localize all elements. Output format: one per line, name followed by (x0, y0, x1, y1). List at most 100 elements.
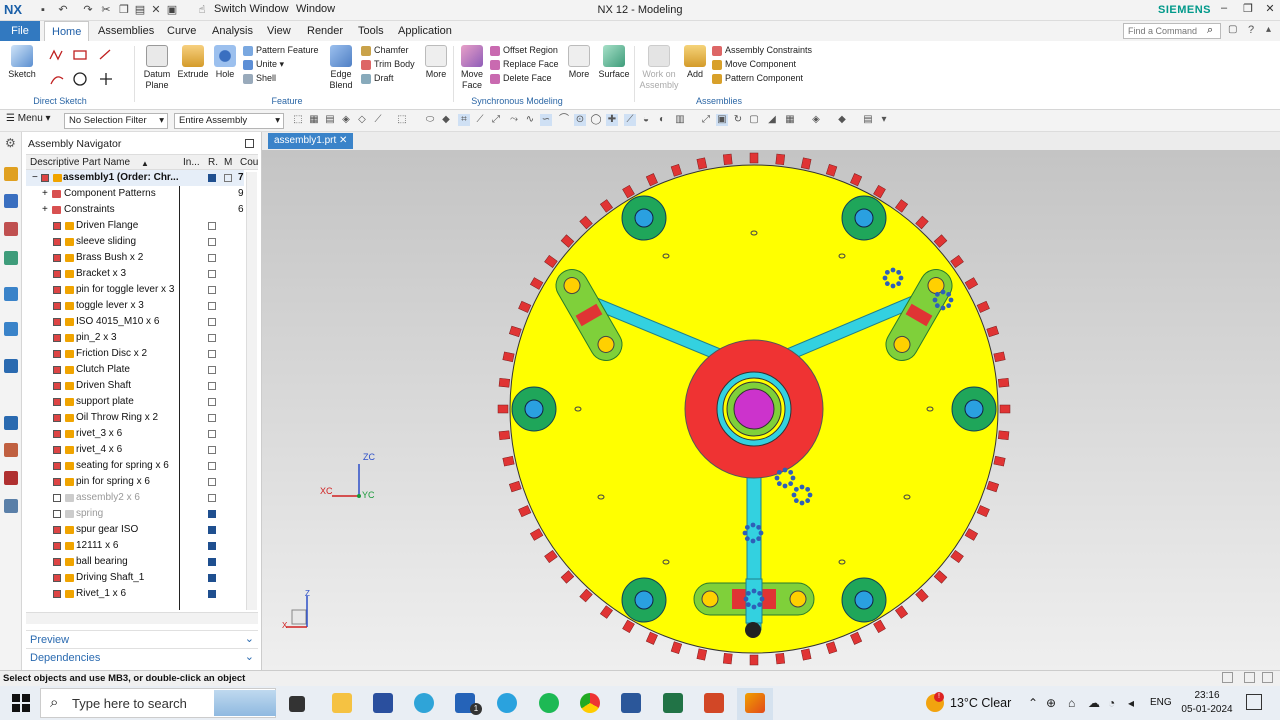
snap-arc-icon[interactable]: ⌒ (558, 114, 570, 126)
chamfer-button[interactable]: Chamfer (361, 43, 415, 57)
ribbon-options-icon[interactable]: ▢ (1228, 24, 1237, 35)
tab-view[interactable]: View (260, 21, 298, 41)
hole-button[interactable]: Hole (212, 45, 238, 80)
component-row[interactable]: assembly2 x 6 (26, 490, 244, 506)
edge-blend-button[interactable]: Edge Blend (325, 45, 357, 91)
trim-body-button[interactable]: Trim Body (361, 57, 415, 71)
sync-more-button[interactable]: More (566, 45, 592, 80)
component-row[interactable]: Rivet_1 x 6 (26, 586, 244, 602)
snap-tangent-icon[interactable]: ∽ (540, 114, 552, 126)
history-icon[interactable] (4, 322, 18, 336)
delete-face-button[interactable]: Delete Face (490, 71, 559, 85)
selection-filter-dropdown[interactable]: No Selection Filter ▾ (64, 113, 168, 129)
component-row[interactable]: Friction Disc x 2 (26, 346, 244, 362)
orient-view-icon[interactable]: ◈ (810, 114, 822, 126)
component-row[interactable]: sleeve sliding (26, 234, 244, 250)
store-icon[interactable] (373, 693, 393, 713)
minimize-button[interactable]: – (1214, 2, 1234, 14)
assembly-constraints-button[interactable]: Assembly Constraints (712, 43, 812, 57)
tab-analysis[interactable]: Analysis (205, 21, 260, 41)
snap-quad-icon[interactable]: ▥ (674, 114, 686, 126)
unite-button[interactable]: Unite ▾ (243, 57, 319, 71)
wifi-icon[interactable]: ◔ (1108, 696, 1115, 710)
shaded-icon[interactable]: ◆ (836, 114, 848, 126)
draft-button[interactable]: Draft (361, 71, 415, 85)
select-feature-icon[interactable]: ▤ (324, 114, 336, 126)
rectangle-select-icon[interactable]: ⬚ (396, 114, 408, 126)
select-all-icon[interactable]: ⬚ (292, 114, 304, 126)
component-row[interactable]: seating for spring x 6 (26, 458, 244, 474)
column-part-name[interactable]: Descriptive Part Name (30, 157, 130, 168)
dependencies-section[interactable]: Dependencies ⌄ (26, 648, 258, 666)
component-row[interactable]: 12111 x 6 (26, 538, 244, 554)
offset-region-button[interactable]: Offset Region (490, 43, 559, 57)
snap-grid-icon[interactable]: ⌗ (458, 114, 470, 126)
tab-application[interactable]: Application (391, 21, 459, 41)
snap-bound-icon[interactable]: ◐ (656, 114, 668, 126)
chrome-icon[interactable] (580, 693, 600, 713)
move-face-button[interactable]: Move Face (458, 45, 486, 91)
snap-point-icon[interactable]: ✚ (606, 114, 618, 126)
gear-icon[interactable]: ⚙ (5, 136, 16, 150)
dropdown-icon[interactable]: ▾ (878, 114, 890, 126)
component-row[interactable]: toggle lever x 3 (26, 298, 244, 314)
component-row[interactable]: pin_2 x 3 (26, 330, 244, 346)
move-component-button[interactable]: Move Component (712, 57, 812, 71)
pattern-feature-button[interactable]: Pattern Feature (243, 43, 319, 57)
snap-center-icon[interactable]: ⊙ (574, 114, 586, 126)
component-row[interactable]: support plate (26, 394, 244, 410)
status-icon[interactable] (1244, 672, 1255, 683)
component-row[interactable]: Brass Bush x 2 (26, 250, 244, 266)
clock[interactable]: 23:16 05-01-2024 (1178, 689, 1236, 717)
work-on-assembly-button[interactable]: Work on Assembly (639, 45, 679, 91)
chevron-up-icon[interactable]: ⌃ (1028, 696, 1038, 710)
add-component-button[interactable]: Add (682, 45, 708, 80)
onedrive-icon[interactable]: ☁ (1088, 696, 1100, 710)
shell-button[interactable]: Shell (243, 71, 319, 85)
status-icon[interactable] (1262, 672, 1273, 683)
snap-curve-icon[interactable]: ⤳ (508, 114, 520, 126)
snap-circle-icon[interactable]: ◯ (590, 114, 602, 126)
telegram-icon[interactable] (497, 693, 517, 713)
tab-tools[interactable]: Tools (351, 21, 391, 41)
windows-start-icon[interactable] (12, 694, 30, 712)
tab-home[interactable]: Home (44, 21, 90, 41)
web-browser-icon[interactable] (4, 287, 18, 301)
component-row[interactable]: Driven Flange (26, 218, 244, 234)
column-count[interactable]: Cou (240, 157, 258, 168)
snap-end-icon[interactable]: ◆ (440, 114, 452, 126)
snap-spline-icon[interactable]: ∿ (524, 114, 536, 126)
powerpoint-icon[interactable] (704, 693, 724, 713)
sketch-button[interactable]: Sketch (6, 45, 38, 80)
preview-section[interactable]: Preview ⌄ (26, 630, 258, 648)
process-studio-icon[interactable] (4, 359, 18, 373)
network-icon[interactable]: ⌂ (1068, 696, 1075, 710)
part-tab[interactable]: assembly1.prt ✕ (268, 133, 354, 149)
volume-icon[interactable]: ◂ (1128, 696, 1134, 710)
edge-icon[interactable] (414, 693, 434, 713)
component-row[interactable]: rivet_3 x 6 (26, 426, 244, 442)
navigator-hscroll[interactable] (26, 612, 258, 624)
restore-button[interactable]: ❐ (1238, 2, 1258, 15)
snap-line-icon[interactable]: ⟋ (474, 114, 486, 126)
reuse-library-icon[interactable] (4, 251, 18, 265)
clutch-assembly-model[interactable]: ZC XC YC Z X (262, 150, 1280, 670)
tab-curve[interactable]: Curve (160, 21, 203, 41)
ribbon-expand-icon[interactable]: ▴ (1266, 24, 1271, 35)
file-explorer-icon[interactable] (332, 693, 352, 713)
select-face-icon[interactable]: ◇ (356, 114, 368, 126)
notifications-icon[interactable] (1246, 694, 1262, 710)
replace-face-button[interactable]: Replace Face (490, 57, 559, 71)
tree-node-row[interactable]: + Constraints 6 (26, 202, 244, 218)
navigator-vscroll[interactable] (246, 172, 257, 610)
perspective-icon[interactable]: ◢ (766, 114, 778, 126)
task-view-icon[interactable] (289, 696, 305, 712)
file-tab[interactable]: File (0, 21, 40, 41)
layer-icon[interactable]: ▤ (862, 114, 874, 126)
column-m[interactable]: M (224, 157, 232, 168)
component-row[interactable]: Clutch Plate (26, 362, 244, 378)
status-icon[interactable] (1222, 672, 1233, 683)
component-row[interactable]: ball bearing (26, 554, 244, 570)
sort-up-icon[interactable]: ▲ (141, 159, 149, 168)
feature-more-button[interactable]: More (422, 45, 450, 80)
